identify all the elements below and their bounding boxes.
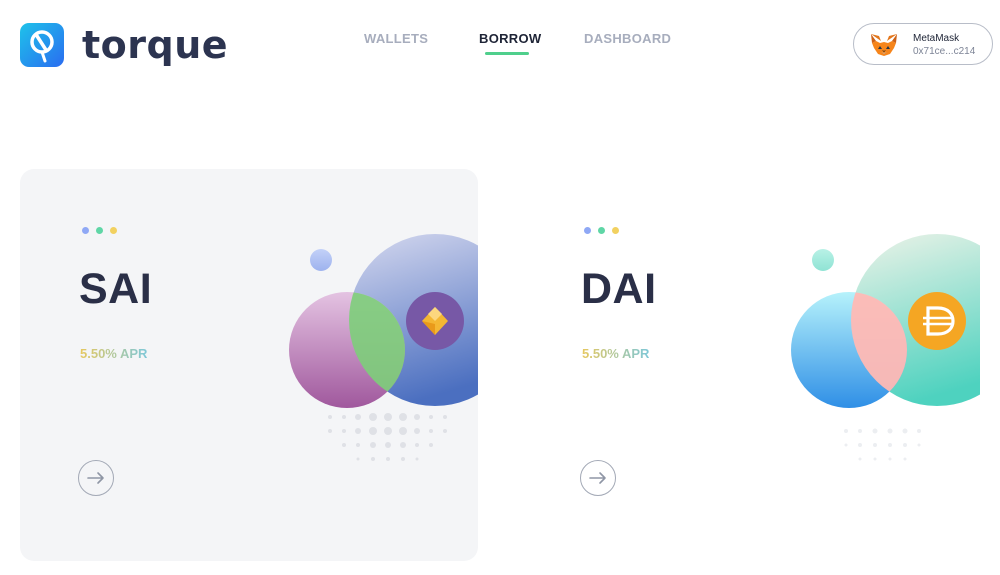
- main-nav: WALLETS BORROW DASHBOARD: [0, 31, 1000, 61]
- dot-green: [598, 227, 605, 234]
- dot-blue: [82, 227, 89, 234]
- dai-borrow-card[interactable]: DAI 5.50% APR: [522, 169, 980, 561]
- nav-item-wallets[interactable]: WALLETS: [364, 31, 428, 46]
- sai-illustration: [289, 234, 478, 461]
- wallet-name: MetaMask: [913, 33, 960, 44]
- sai-diamond-icon: [406, 292, 464, 350]
- dot-grid: [328, 413, 447, 461]
- dot-blue: [584, 227, 591, 234]
- metamask-fox-icon: [870, 33, 898, 62]
- dai-open-button[interactable]: [580, 460, 616, 496]
- card-dots: [82, 227, 117, 234]
- coin-name: DAI: [581, 265, 657, 313]
- wallet-connect-button[interactable]: MetaMask 0x71ce...c214: [853, 23, 993, 65]
- apr-label: 5.50% APR: [582, 346, 650, 361]
- dai-dollar-icon: [908, 292, 966, 350]
- dot-yellow: [110, 227, 117, 234]
- dot-yellow: [612, 227, 619, 234]
- nav-active-underline: [485, 52, 529, 55]
- nav-item-dashboard[interactable]: DASHBOARD: [584, 31, 671, 46]
- dai-illustration: [791, 234, 980, 461]
- dot-green: [96, 227, 103, 234]
- top-header: torque WALLETS BORROW DASHBOARD MetaMask…: [0, 0, 1000, 90]
- card-dots: [584, 227, 619, 234]
- sai-borrow-card[interactable]: SAI 5.50% APR: [20, 169, 478, 561]
- nav-item-borrow[interactable]: BORROW: [479, 31, 541, 46]
- apr-label: 5.50% APR: [80, 346, 148, 361]
- wallet-address: 0x71ce...c214: [913, 46, 976, 57]
- arrow-right-icon: [589, 472, 606, 484]
- arrow-right-icon: [87, 472, 104, 484]
- sai-open-button[interactable]: [78, 460, 114, 496]
- coin-name: SAI: [79, 265, 153, 313]
- dot-grid: [844, 428, 921, 461]
